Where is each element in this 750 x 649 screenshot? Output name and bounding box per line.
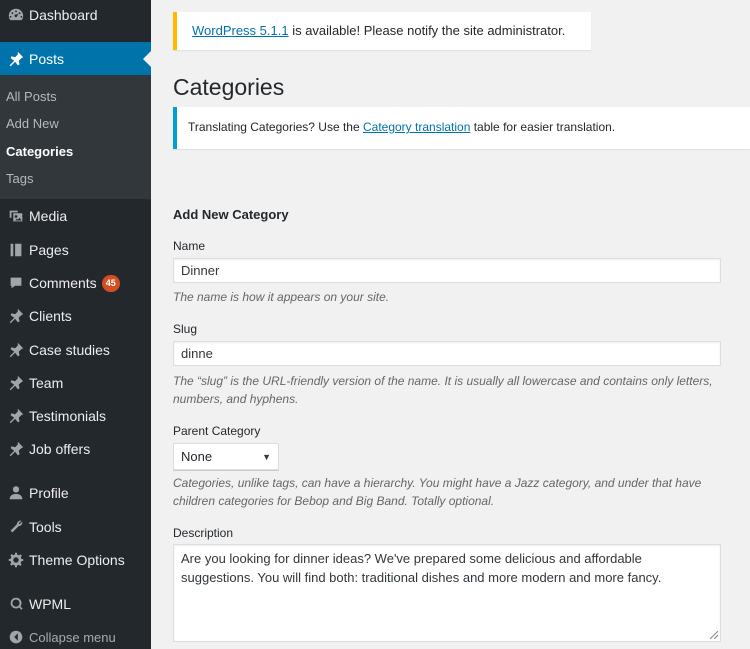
menu-dashboard-label: Dashboard bbox=[29, 7, 98, 23]
menu-profile-label: Profile bbox=[29, 485, 69, 501]
name-input[interactable] bbox=[173, 258, 721, 283]
resize-handle-icon[interactable] bbox=[710, 631, 718, 639]
menu-theme-options[interactable]: Theme Options bbox=[0, 543, 151, 577]
menu-job-offers-label: Job offers bbox=[29, 441, 91, 457]
gear-icon bbox=[6, 550, 26, 570]
collapse-arrow-icon bbox=[6, 627, 26, 647]
collapse-menu-button[interactable]: Collapse menu bbox=[0, 620, 151, 649]
parent-category-label: Parent Category bbox=[173, 424, 261, 438]
comment-icon bbox=[6, 273, 26, 293]
name-label: Name bbox=[173, 239, 206, 253]
parent-category-select[interactable]: None ▼ bbox=[173, 443, 279, 470]
menu-tools-label: Tools bbox=[29, 519, 62, 535]
menu-comments[interactable]: Comments 45 bbox=[0, 266, 151, 300]
wordpress-update-link[interactable]: WordPress 5.1.1 bbox=[192, 23, 289, 38]
active-menu-arrow bbox=[143, 51, 151, 67]
menu-dashboard[interactable]: Dashboard bbox=[0, 0, 151, 32]
collapse-menu-label: Collapse menu bbox=[29, 629, 116, 645]
menu-testimonials-label: Testimonials bbox=[29, 408, 107, 424]
parent-category-help-text: Categories, unlike tags, can have a hier… bbox=[173, 476, 702, 508]
menu-team[interactable]: Team bbox=[0, 366, 151, 400]
menu-job-offers[interactable]: Job offers bbox=[0, 432, 151, 466]
menu-team-label: Team bbox=[29, 375, 64, 391]
dashboard-icon bbox=[6, 5, 26, 25]
pushpin-icon bbox=[6, 406, 26, 426]
main-content: WordPress 5.1.1 is available! Please not… bbox=[151, 0, 750, 649]
pushpin-icon bbox=[6, 373, 26, 393]
translation-notice-text-end: table for easier translation. bbox=[470, 120, 616, 134]
menu-wpml-label: WPML bbox=[29, 596, 71, 612]
submenu-tags[interactable]: Tags bbox=[6, 171, 33, 186]
menu-case-studies-label: Case studies bbox=[29, 342, 110, 358]
menu-profile[interactable]: Profile bbox=[0, 476, 151, 510]
chevron-down-icon: ▼ bbox=[262, 451, 271, 462]
slug-input[interactable] bbox=[173, 341, 721, 366]
translation-notice: Translating Categories? Use the Category… bbox=[173, 107, 750, 149]
wpml-icon bbox=[6, 594, 26, 614]
name-help-text: The name is how it appears on your site. bbox=[173, 290, 390, 304]
slug-label: Slug bbox=[173, 322, 198, 336]
category-translation-link[interactable]: Category translation bbox=[363, 120, 470, 134]
translation-notice-text: Translating Categories? Use the bbox=[188, 120, 363, 134]
pages-icon bbox=[6, 240, 26, 260]
update-notice-text: is available! Please notify the site adm… bbox=[288, 23, 566, 38]
menu-clients[interactable]: Clients bbox=[0, 299, 151, 333]
comments-count-badge: 45 bbox=[101, 274, 120, 292]
media-icon bbox=[6, 206, 26, 226]
menu-posts[interactable]: Posts bbox=[0, 42, 151, 76]
slug-help-text: The “slug” is the URL-friendly version o… bbox=[173, 374, 713, 406]
pushpin-icon bbox=[6, 49, 26, 69]
menu-wpml[interactable]: WPML bbox=[0, 587, 151, 621]
wrench-icon bbox=[6, 517, 26, 537]
menu-case-studies[interactable]: Case studies bbox=[0, 333, 151, 367]
menu-media-label: Media bbox=[29, 208, 68, 224]
pushpin-icon bbox=[6, 306, 26, 326]
submenu-add-new[interactable]: Add New bbox=[6, 116, 59, 131]
submenu-categories[interactable]: Categories bbox=[6, 144, 73, 159]
menu-pages-label: Pages bbox=[29, 242, 69, 258]
pushpin-icon bbox=[6, 439, 26, 459]
menu-tools[interactable]: Tools bbox=[0, 510, 151, 544]
description-text: Are you looking for dinner ideas? We've … bbox=[181, 551, 662, 585]
description-textarea[interactable]: Are you looking for dinner ideas? We've … bbox=[173, 544, 721, 642]
menu-comments-label: Comments bbox=[29, 275, 97, 291]
update-notice: WordPress 5.1.1 is available! Please not… bbox=[173, 12, 591, 50]
user-icon bbox=[6, 483, 26, 503]
description-label: Description bbox=[173, 526, 234, 540]
admin-sidebar: Dashboard Posts All Posts Add New Catego… bbox=[0, 0, 151, 649]
menu-clients-label: Clients bbox=[29, 308, 72, 324]
menu-posts-label: Posts bbox=[29, 51, 65, 67]
parent-category-value: None bbox=[181, 449, 213, 464]
add-new-category-heading: Add New Category bbox=[173, 207, 289, 222]
submenu-all-posts[interactable]: All Posts bbox=[6, 89, 57, 104]
menu-media[interactable]: Media bbox=[0, 199, 151, 233]
page-title: Categories bbox=[173, 74, 285, 100]
menu-testimonials[interactable]: Testimonials bbox=[0, 399, 151, 433]
pushpin-icon bbox=[6, 340, 26, 360]
menu-pages[interactable]: Pages bbox=[0, 233, 151, 267]
menu-theme-options-label: Theme Options bbox=[29, 552, 125, 568]
